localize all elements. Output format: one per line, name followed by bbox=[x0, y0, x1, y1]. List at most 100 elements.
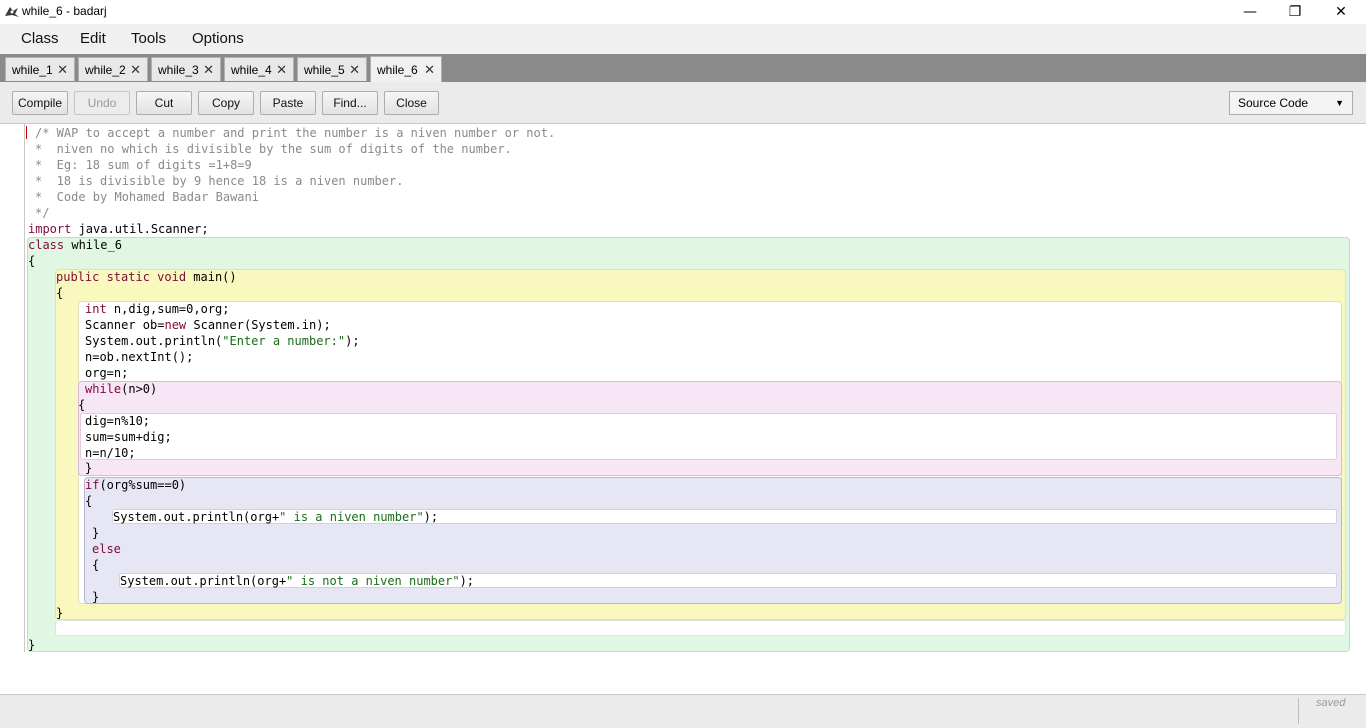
close-tab-icon[interactable]: ✕ bbox=[424, 62, 435, 78]
code-line-29: System.out.println(org+" is not a niven … bbox=[120, 573, 474, 589]
code-text: System.out.println(org+ bbox=[120, 574, 287, 588]
code-line-11: { bbox=[56, 286, 64, 300]
code-line-13: Scanner ob=new Scanner(System.in); bbox=[85, 317, 331, 333]
chevron-down-icon: ▼ bbox=[1335, 98, 1344, 108]
keyword: while bbox=[85, 382, 122, 396]
tab-label: while_6 bbox=[377, 62, 418, 77]
tab-while-1[interactable]: while_1 ✕ bbox=[5, 57, 75, 81]
paste-button[interactable]: Paste bbox=[260, 91, 316, 115]
code-text: ); bbox=[345, 334, 360, 348]
cut-button[interactable]: Cut bbox=[136, 91, 192, 115]
code-line-8: class while_6 bbox=[28, 237, 122, 253]
code-line-22: } bbox=[85, 461, 93, 475]
close-tab-icon[interactable]: ✕ bbox=[57, 62, 68, 78]
keyword: class bbox=[28, 238, 65, 252]
code-line-1: /* WAP to accept a number and print the … bbox=[35, 126, 556, 140]
keyword: import bbox=[28, 222, 72, 236]
code-text: Scanner(System.in); bbox=[186, 318, 331, 332]
view-mode-select[interactable]: Source Code ▼ bbox=[1229, 91, 1353, 115]
view-mode-value: Source Code bbox=[1238, 96, 1309, 110]
compile-button[interactable]: Compile bbox=[12, 91, 68, 115]
close-button[interactable]: Close bbox=[384, 91, 439, 115]
close-tab-icon[interactable]: ✕ bbox=[203, 62, 214, 78]
code-line-27: else bbox=[92, 541, 121, 557]
keyword: int bbox=[85, 302, 107, 316]
while-body-scope bbox=[80, 413, 1337, 460]
code-text: main() bbox=[186, 270, 237, 284]
menu-edit[interactable]: Edit bbox=[80, 30, 106, 47]
title-bar bbox=[0, 0, 1366, 24]
keyword: public static void bbox=[56, 270, 187, 284]
restore-icon: ❐ bbox=[1288, 4, 1302, 20]
code-line-15: n=ob.nextInt(); bbox=[85, 350, 194, 364]
code-line-20: sum=sum+dig; bbox=[85, 430, 172, 444]
code-line-19: dig=n%10; bbox=[85, 414, 151, 428]
code-text: ); bbox=[459, 574, 475, 588]
code-line-30: } bbox=[92, 590, 100, 604]
code-line-16: org=n; bbox=[85, 366, 129, 380]
save-status: saved bbox=[1316, 697, 1346, 709]
tab-label: while_2 bbox=[85, 62, 126, 77]
string-literal: "Enter a number:" bbox=[222, 334, 346, 348]
status-bar bbox=[0, 694, 1366, 728]
tab-label: while_5 bbox=[304, 62, 345, 77]
code-line-5: * Code by Mohamed Badar Bawani bbox=[35, 190, 259, 204]
keyword: if bbox=[85, 478, 100, 492]
menu-options[interactable]: Options bbox=[192, 30, 244, 47]
tab-while-3[interactable]: while_3 ✕ bbox=[151, 57, 221, 81]
code-line-25: System.out.println(org+" is a niven numb… bbox=[113, 509, 438, 525]
copy-button[interactable]: Copy bbox=[198, 91, 254, 115]
code-text: System.out.println( bbox=[85, 334, 223, 348]
code-text: ); bbox=[423, 510, 439, 524]
minimize-button[interactable]: — bbox=[1227, 0, 1273, 24]
tab-label: while_3 bbox=[158, 62, 199, 77]
code-line-28: { bbox=[92, 558, 100, 572]
menu-class[interactable]: Class bbox=[21, 30, 59, 47]
status-divider bbox=[1298, 698, 1299, 724]
code-text: Scanner ob= bbox=[85, 318, 165, 332]
keyword: new bbox=[164, 318, 187, 332]
code-text: (n>0) bbox=[121, 382, 158, 396]
tab-label: while_4 bbox=[231, 62, 272, 77]
code-line-6: */ bbox=[35, 206, 50, 220]
menu-tools[interactable]: Tools bbox=[131, 30, 166, 47]
code-line-14: System.out.println("Enter a number:"); bbox=[85, 333, 360, 349]
code-line-26: } bbox=[92, 526, 100, 540]
close-window-button[interactable]: ✕ bbox=[1318, 0, 1364, 24]
tab-while-6[interactable]: while_6 ✕ bbox=[370, 56, 442, 82]
string-literal: " is a niven number" bbox=[279, 510, 424, 524]
code-text: System.out.println(org+ bbox=[113, 510, 280, 524]
code-line-21: n=n/10; bbox=[85, 446, 136, 460]
keyword: else bbox=[92, 542, 121, 556]
tab-label: while_1 bbox=[12, 62, 53, 77]
close-tab-icon[interactable]: ✕ bbox=[130, 62, 141, 78]
code-line-4: * 18 is divisible by 9 hence 18 is a niv… bbox=[35, 174, 404, 188]
code-text: (org%sum==0) bbox=[99, 478, 187, 492]
tab-while-4[interactable]: while_4 ✕ bbox=[224, 57, 294, 81]
class-body-gap bbox=[55, 620, 1346, 636]
code-line-23: if(org%sum==0) bbox=[85, 477, 186, 493]
close-icon: ✕ bbox=[1335, 4, 1347, 20]
window-title: while_6 - badarj bbox=[22, 4, 107, 18]
tab-while-2[interactable]: while_2 ✕ bbox=[78, 57, 148, 81]
code-text: while_6 bbox=[64, 238, 122, 252]
find-button[interactable]: Find... bbox=[322, 91, 378, 115]
minimize-icon: — bbox=[1243, 4, 1257, 20]
bluej-bird-icon bbox=[5, 7, 19, 17]
close-tab-icon[interactable]: ✕ bbox=[349, 62, 360, 78]
maximize-button[interactable]: ❐ bbox=[1272, 0, 1318, 24]
code-line-33: } bbox=[28, 638, 36, 652]
code-text: n,dig,sum=0,org; bbox=[106, 302, 230, 316]
code-text: java.util.Scanner; bbox=[71, 222, 209, 236]
code-line-12: int n,dig,sum=0,org; bbox=[85, 301, 230, 317]
code-line-17: while(n>0) bbox=[85, 381, 157, 397]
code-line-10: public static void main() bbox=[56, 269, 237, 285]
code-line-31: } bbox=[56, 606, 64, 620]
code-line-9: { bbox=[28, 254, 36, 268]
code-line-18: { bbox=[78, 398, 86, 412]
code-line-7: import java.util.Scanner; bbox=[28, 221, 209, 237]
tab-while-5[interactable]: while_5 ✕ bbox=[297, 57, 367, 81]
undo-button[interactable]: Undo bbox=[74, 91, 130, 115]
close-tab-icon[interactable]: ✕ bbox=[276, 62, 287, 78]
code-line-24: { bbox=[85, 494, 93, 508]
